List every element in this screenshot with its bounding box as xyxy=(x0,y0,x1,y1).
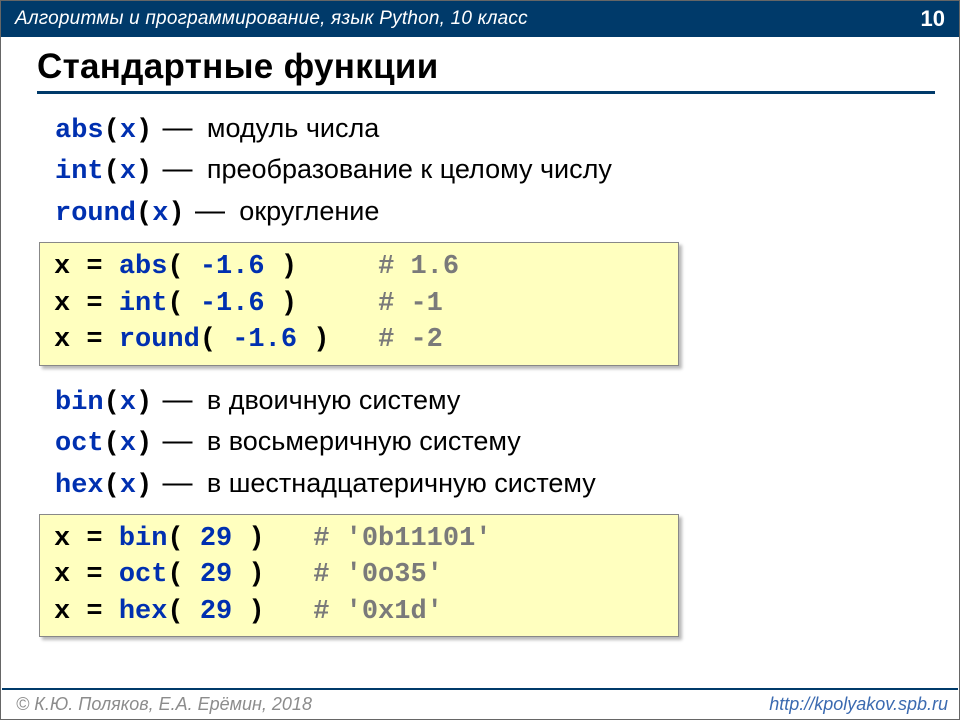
definition-row: round(x) — округление xyxy=(55,191,935,232)
function-signature: round(x) xyxy=(55,199,185,229)
code-line: x = hex( 29 ) # '0x1d' xyxy=(54,594,664,630)
code-box-1: x = abs( -1.6 ) # 1.6x = int( -1.6 ) # -… xyxy=(39,242,679,365)
definition-text: в восьмеричную систему xyxy=(207,426,521,456)
definition-text: округление xyxy=(239,196,379,226)
dash-separator: — xyxy=(152,111,207,144)
header-bar: Алгоритмы и программирование, язык Pytho… xyxy=(1,1,959,37)
code-line: x = int( -1.6 ) # -1 xyxy=(54,286,664,322)
dash-separator: — xyxy=(185,194,240,227)
function-signature: abs(x) xyxy=(55,116,152,146)
function-signature: oct(x) xyxy=(55,429,152,459)
definition-row: bin(x) — в двоичную систему xyxy=(55,380,935,421)
content: Стандартные функции abs(x) — модуль числ… xyxy=(1,37,959,651)
definition-text: в двоичную систему xyxy=(207,385,461,415)
slide: Алгоритмы и программирование, язык Pytho… xyxy=(0,0,960,720)
code-box-2: x = bin( 29 ) # '0b11101'x = oct( 29 ) #… xyxy=(39,514,679,637)
dash-separator: — xyxy=(152,152,207,185)
header-title: Алгоритмы и программирование, язык Pytho… xyxy=(15,8,528,30)
slide-title: Стандартные функции xyxy=(37,47,935,94)
definition-text: модуль числа xyxy=(207,113,379,143)
dash-separator: — xyxy=(152,466,207,499)
code-line: x = bin( 29 ) # '0b11101' xyxy=(54,521,664,557)
definitions-block-1: abs(x) — модуль числаint(x) — преобразов… xyxy=(55,108,935,232)
code-line: x = oct( 29 ) # '0o35' xyxy=(54,557,664,593)
dash-separator: — xyxy=(152,383,207,416)
footer-bar: © К.Ю. Поляков, Е.А. Ерёмин, 2018 http:/… xyxy=(2,688,958,718)
code-line: x = round( -1.6 ) # -2 xyxy=(54,322,664,358)
function-signature: bin(x) xyxy=(55,388,152,418)
function-signature: hex(x) xyxy=(55,471,152,501)
definitions-block-2: bin(x) — в двоичную системуoct(x) — в во… xyxy=(55,380,935,504)
definition-text: в шестнадцатеричную систему xyxy=(207,468,596,498)
definition-row: oct(x) — в восьмеричную систему xyxy=(55,421,935,462)
definition-row: hex(x) — в шестнадцатеричную систему xyxy=(55,463,935,504)
copyright: © К.Ю. Поляков, Е.А. Ерёмин, 2018 xyxy=(16,694,312,715)
page-number: 10 xyxy=(921,6,945,32)
function-signature: int(x) xyxy=(55,157,152,187)
definition-text: преобразование к целому числу xyxy=(207,154,612,184)
definition-row: int(x) — преобразование к целому числу xyxy=(55,149,935,190)
footer-url: http://kpolyakov.spb.ru xyxy=(769,694,948,715)
code-line: x = abs( -1.6 ) # 1.6 xyxy=(54,249,664,285)
dash-separator: — xyxy=(152,424,207,457)
definition-row: abs(x) — модуль числа xyxy=(55,108,935,149)
